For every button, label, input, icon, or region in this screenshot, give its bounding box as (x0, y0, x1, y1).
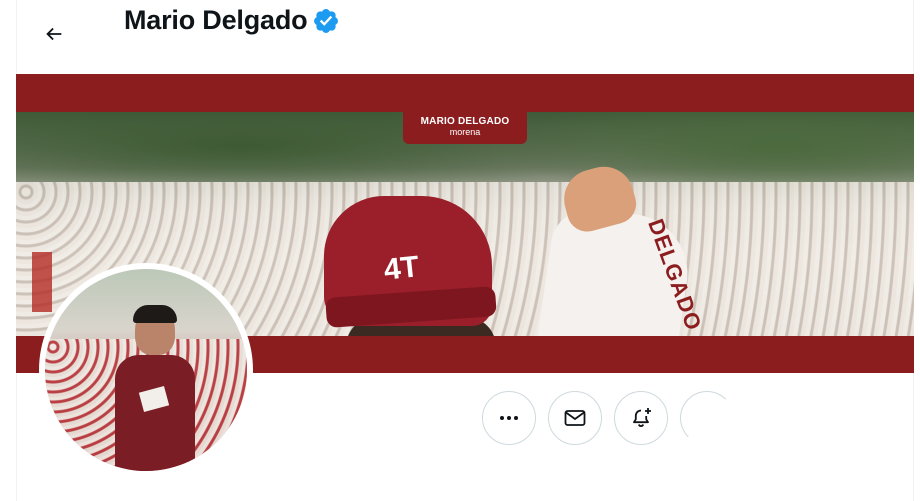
follow-button[interactable] (680, 391, 734, 445)
bell-plus-icon (633, 408, 651, 428)
banner-top-band (16, 74, 914, 112)
envelope-icon (564, 410, 586, 426)
notifications-button[interactable] (614, 391, 668, 445)
message-button[interactable] (548, 391, 602, 445)
banner-name-tag: MARIO DELGADO morena (403, 112, 527, 144)
avatar-person (115, 305, 195, 471)
arrow-left-icon (46, 27, 62, 41)
profile-avatar[interactable] (39, 263, 253, 477)
avatar-shirt (115, 355, 195, 471)
avatar-shirt-logo (138, 385, 170, 413)
avatar-photo (45, 269, 247, 471)
more-button[interactable] (482, 391, 536, 445)
profile-title: Mario Delgado (124, 5, 340, 36)
avatar-hair (133, 305, 177, 323)
banner-cap-text: 4T (382, 250, 421, 287)
more-dots-icon (500, 416, 518, 420)
back-button[interactable] (36, 16, 72, 52)
verified-badge-icon (314, 8, 339, 33)
profile-header: Mario Delgado (0, 0, 920, 72)
banner-flag (32, 252, 52, 312)
banner-tag-name: MARIO DELGADO (420, 116, 510, 127)
banner-tag-party: morena (449, 127, 481, 137)
profile-name: Mario Delgado (124, 5, 308, 35)
